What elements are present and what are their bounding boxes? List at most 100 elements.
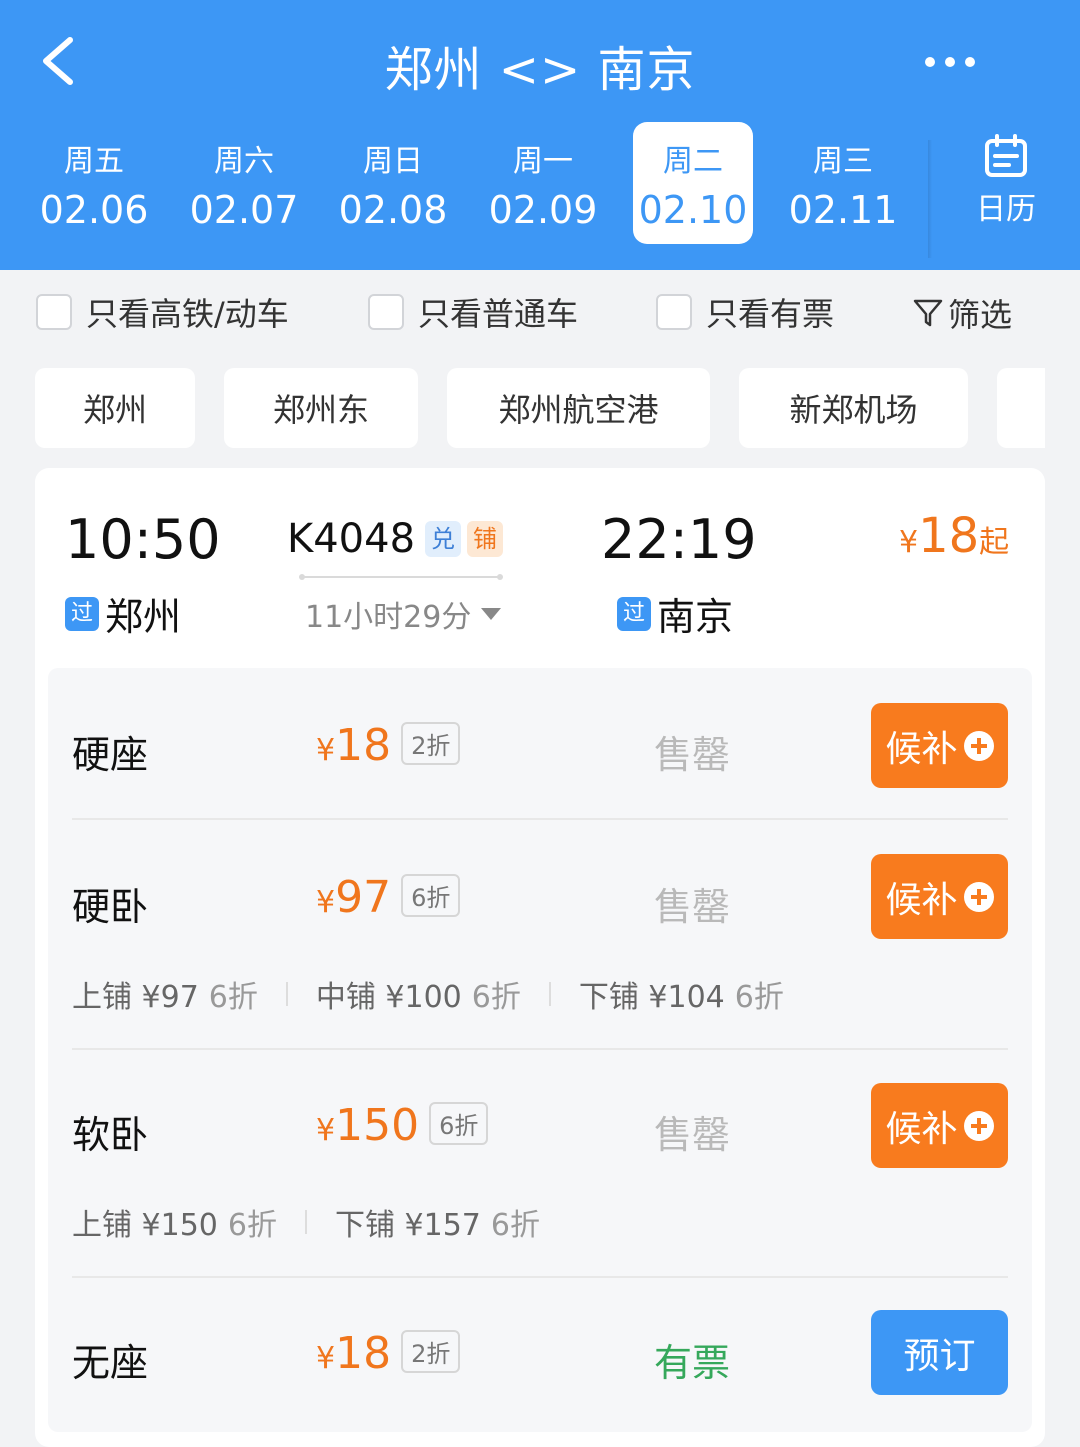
- duration-text: 11小时29分: [305, 600, 472, 635]
- date-weekday: 周一: [513, 144, 573, 179]
- berth-discount: 6折: [227, 1208, 277, 1243]
- date-tab[interactable]: 周三 02.11: [783, 122, 903, 244]
- currency-symbol: ¥: [316, 733, 336, 768]
- filter-label: 只看有票: [706, 295, 835, 333]
- station-chip-partial[interactable]: [997, 368, 1045, 448]
- date-weekday: 周六: [214, 144, 274, 179]
- pass-through-tag: 过: [617, 596, 651, 631]
- filter-label: 只看高铁/动车: [86, 295, 289, 333]
- arrival-station-name: 南京: [657, 595, 734, 639]
- date-weekday: 周五: [64, 144, 124, 179]
- filter-label: 只看普通车: [418, 295, 579, 333]
- checkbox[interactable]: [368, 294, 404, 330]
- date-tab[interactable]: 周五 02.06: [34, 122, 154, 244]
- currency-symbol: ¥: [316, 1113, 336, 1148]
- date-tab[interactable]: 周一 02.09: [483, 122, 603, 244]
- berth-separator: [548, 982, 551, 1006]
- date-tab[interactable]: 周六 02.07: [184, 122, 304, 244]
- currency-symbol: ¥: [316, 1341, 336, 1376]
- seat-price: ¥97 6折: [316, 872, 461, 923]
- seat-row: 硬座 ¥18 2折 售罄 候补: [48, 668, 1032, 818]
- waitlist-label: 候补: [885, 879, 958, 921]
- berth-middle: 中铺 ¥100: [315, 980, 462, 1015]
- seat-price-value: 150: [335, 1100, 420, 1151]
- date-value: 02.09: [488, 188, 598, 232]
- waitlist-label: 候补: [885, 728, 958, 770]
- seat-price-value: 18: [335, 720, 392, 771]
- seat-price-value: 97: [335, 872, 392, 923]
- seat-type: 软卧: [72, 1113, 149, 1157]
- checkbox[interactable]: [36, 294, 72, 330]
- duration-toggle[interactable]: 11小时29分: [305, 592, 502, 636]
- seat-row: 硬卧 ¥97 6折 售罄 候补 上铺 ¥97 6折 中铺 ¥100 6折 下铺 …: [48, 820, 1032, 1048]
- berth-discount: 6折: [490, 1208, 540, 1243]
- berth-separator: [285, 982, 288, 1006]
- date-value: 02.11: [788, 188, 898, 232]
- route-line: [299, 574, 503, 580]
- date-value: 02.10: [638, 188, 748, 232]
- station-chip[interactable]: 郑州航空港: [447, 368, 710, 448]
- berth-lower: 下铺 ¥157: [334, 1208, 481, 1243]
- discount-badge: 2折: [401, 722, 461, 765]
- seat-type: 硬卧: [72, 885, 149, 929]
- ticket-status: 售罄: [654, 885, 731, 929]
- date-tab[interactable]: 周日 02.08: [333, 122, 453, 244]
- berth-discount: 6折: [734, 980, 784, 1015]
- train-card[interactable]: 10:50 过 郑州 K4048 兑 铺 11小时29分 22:19 过 南京 …: [35, 468, 1045, 1447]
- plus-circle-icon: [963, 1110, 994, 1141]
- more-dots-icon[interactable]: [922, 52, 982, 72]
- station-chips: 郑州 郑州东 郑州航空港 新郑机场: [0, 368, 1045, 448]
- train-number-text: K4048: [287, 516, 416, 562]
- discount-badge: 2折: [401, 1330, 461, 1373]
- station-chip[interactable]: 郑州: [35, 368, 195, 448]
- filter-button-label: 筛选: [948, 296, 1013, 334]
- seat-row: 软卧 ¥150 6折 售罄 候补 上铺 ¥150 6折 下铺 ¥157 6折: [48, 1050, 1032, 1276]
- date-tab-selected[interactable]: 周二 02.10: [633, 122, 753, 244]
- discount-badge: 6折: [429, 1102, 489, 1145]
- seat-list: 硬座 ¥18 2折 售罄 候补 硬卧 ¥97 6折 售罄 候补 上铺 ¥97 6…: [48, 668, 1032, 1432]
- top-header: 郑州 <> 南京 周五 02.06 周六 02.07 周日 02.08 周一 0…: [0, 0, 1080, 270]
- filter-available-only[interactable]: 只看有票: [656, 292, 835, 333]
- funnel-icon: [913, 299, 943, 327]
- waitlist-label: 候补: [885, 1108, 958, 1150]
- ticket-status: 有票: [654, 1341, 731, 1385]
- station-chip[interactable]: 新郑机场: [739, 368, 968, 448]
- arrival-station: 过 南京: [617, 586, 733, 641]
- berth-upper: 上铺 ¥97: [72, 980, 199, 1015]
- date-value: 02.08: [338, 188, 448, 232]
- seat-price: ¥18 2折: [316, 1328, 461, 1379]
- plus-circle-icon: [963, 881, 994, 912]
- calendar-divider: [928, 140, 932, 258]
- berth-discount: 6折: [471, 980, 521, 1015]
- filter-bar: 只看高铁/动车 只看普通车 只看有票 筛选: [0, 270, 1080, 354]
- arrival-time: 22:19: [601, 508, 757, 571]
- discount-badge: 6折: [401, 874, 461, 917]
- filter-normal-train[interactable]: 只看普通车: [368, 292, 579, 333]
- waitlist-button[interactable]: 候补: [871, 1083, 1008, 1168]
- departure-station: 过 郑州: [65, 586, 181, 641]
- berth-upper: 上铺 ¥150: [72, 1208, 218, 1243]
- book-button[interactable]: 预订: [871, 1310, 1008, 1395]
- filter-button[interactable]: 筛选: [912, 290, 1012, 336]
- plus-circle-icon: [963, 730, 994, 761]
- filter-high-speed[interactable]: 只看高铁/动车: [36, 292, 289, 333]
- date-weekday: 周三: [813, 144, 873, 179]
- currency-symbol: ¥: [316, 885, 336, 920]
- berth-badge: 铺: [467, 521, 504, 557]
- departure-station-name: 郑州: [105, 595, 182, 639]
- station-chip[interactable]: 郑州东: [224, 368, 418, 448]
- berth-discount: 6折: [208, 980, 258, 1015]
- waitlist-button[interactable]: 候补: [871, 854, 1008, 939]
- min-price: ¥18起: [899, 508, 1009, 564]
- date-value: 02.06: [39, 188, 149, 232]
- seat-row: 无座 ¥18 2折 有票 预订: [48, 1278, 1032, 1432]
- ticket-status: 售罄: [654, 733, 731, 777]
- caret-down-icon: [481, 608, 502, 620]
- waitlist-button[interactable]: 候补: [871, 703, 1008, 788]
- date-weekday: 周日: [363, 144, 423, 179]
- checkbox[interactable]: [656, 294, 692, 330]
- seat-price: ¥18 2折: [316, 720, 461, 771]
- calendar-button[interactable]: 日历: [960, 134, 1052, 234]
- date-value: 02.07: [189, 188, 299, 232]
- berth-prices: 上铺 ¥150 6折 下铺 ¥157 6折: [72, 1200, 540, 1244]
